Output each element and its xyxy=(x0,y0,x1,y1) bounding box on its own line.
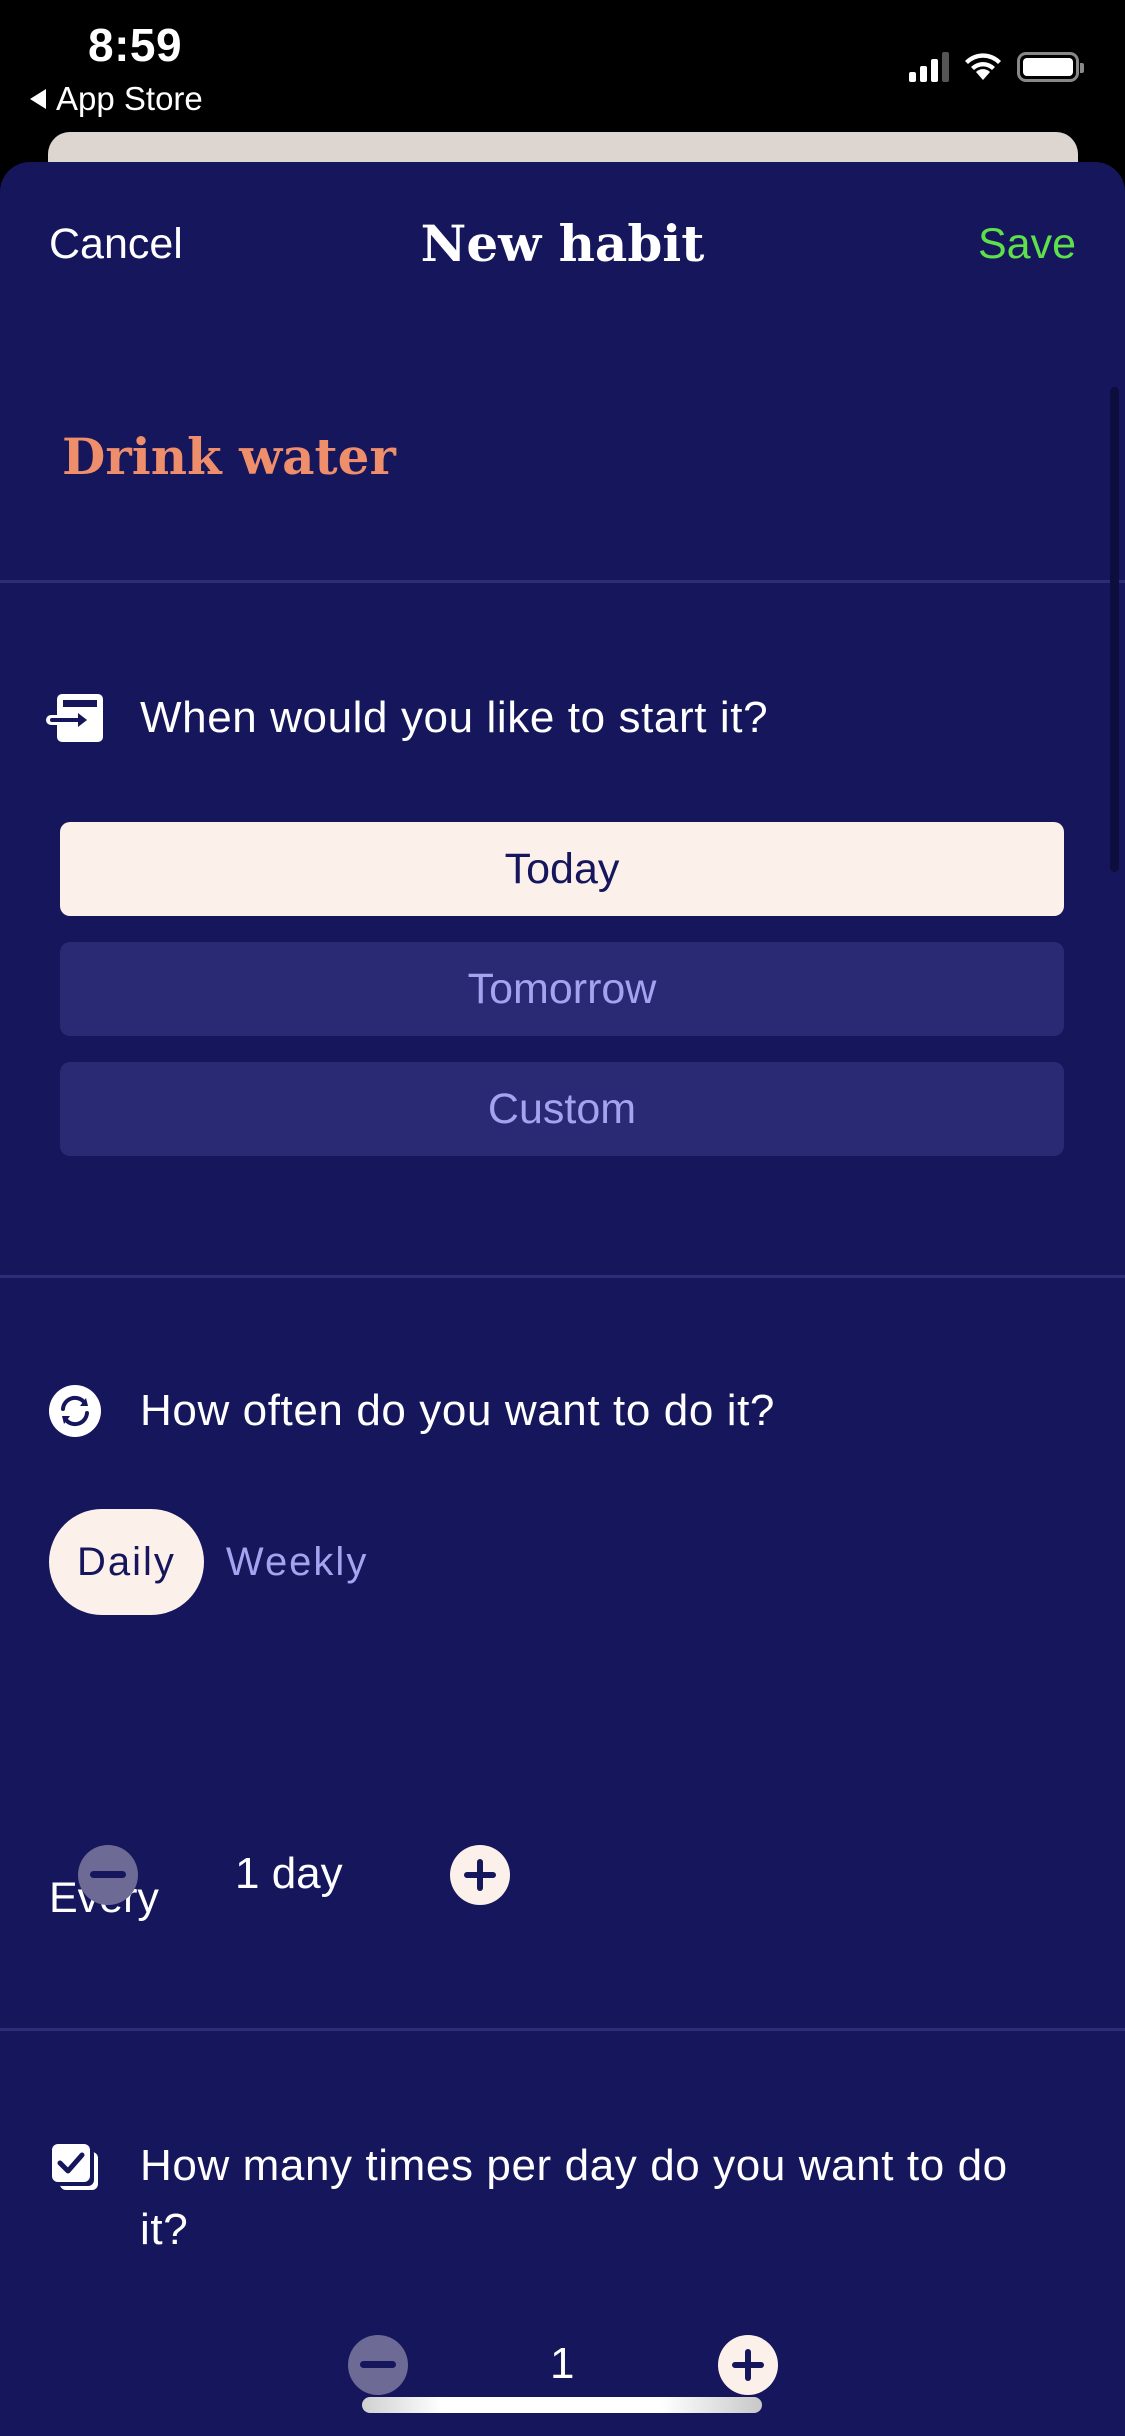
status-bar: 8:59 App Store xyxy=(0,0,1125,135)
scrollbar[interactable] xyxy=(1110,387,1119,872)
checklist-icon xyxy=(46,2138,104,2196)
count-increment-button[interactable] xyxy=(718,2335,778,2395)
status-time: 8:59 xyxy=(88,19,183,71)
interval-value: 1 day xyxy=(235,1849,343,1898)
battery-icon xyxy=(1017,52,1084,82)
start-section-header: When would you like to start it? xyxy=(46,686,1086,750)
habit-name-field[interactable]: Drink water xyxy=(62,427,396,486)
divider xyxy=(0,1275,1125,1278)
times-section-header: How many times per day do you want to do… xyxy=(46,2134,1086,2262)
minus-icon xyxy=(360,2361,396,2368)
frequency-section-header: How often do you want to do it? xyxy=(46,1379,1086,1443)
divider xyxy=(0,2028,1125,2031)
save-button[interactable]: Save xyxy=(978,220,1076,269)
interval-increment-button[interactable] xyxy=(450,1845,510,1905)
start-option-custom[interactable]: Custom xyxy=(60,1062,1064,1156)
tab-daily[interactable]: Daily xyxy=(49,1509,204,1615)
frequency-question: How often do you want to do it? xyxy=(140,1386,775,1435)
count-decrement-button[interactable] xyxy=(348,2335,408,2395)
plus-icon xyxy=(464,1859,496,1891)
repeat-icon xyxy=(46,1382,104,1440)
back-to-app-store[interactable]: App Store xyxy=(30,80,203,118)
wifi-icon xyxy=(965,53,1001,80)
back-triangle-icon xyxy=(30,89,46,109)
frequency-tabs: Daily Weekly xyxy=(49,1509,396,1615)
back-label: App Store xyxy=(56,80,203,117)
times-question: How many times per day do you want to do… xyxy=(140,2141,1008,2254)
nav-bar: Cancel New habit Save xyxy=(0,162,1125,332)
start-arrow-icon xyxy=(46,689,104,747)
new-habit-sheet: Cancel New habit Save Drink water When w… xyxy=(0,162,1125,2436)
minus-icon xyxy=(90,1871,126,1878)
start-option-today[interactable]: Today xyxy=(60,822,1064,916)
count-value: 1 xyxy=(550,2339,575,2388)
signal-icon xyxy=(909,50,949,82)
plus-icon xyxy=(732,2349,764,2381)
tab-weekly[interactable]: Weekly xyxy=(204,1509,396,1615)
interval-decrement-button[interactable] xyxy=(78,1845,138,1905)
divider xyxy=(0,580,1125,583)
status-icons xyxy=(909,50,1084,82)
home-indicator[interactable] xyxy=(362,2397,762,2413)
start-option-tomorrow[interactable]: Tomorrow xyxy=(60,942,1064,1036)
page-title: New habit xyxy=(420,214,705,273)
start-question: When would you like to start it? xyxy=(140,693,769,742)
